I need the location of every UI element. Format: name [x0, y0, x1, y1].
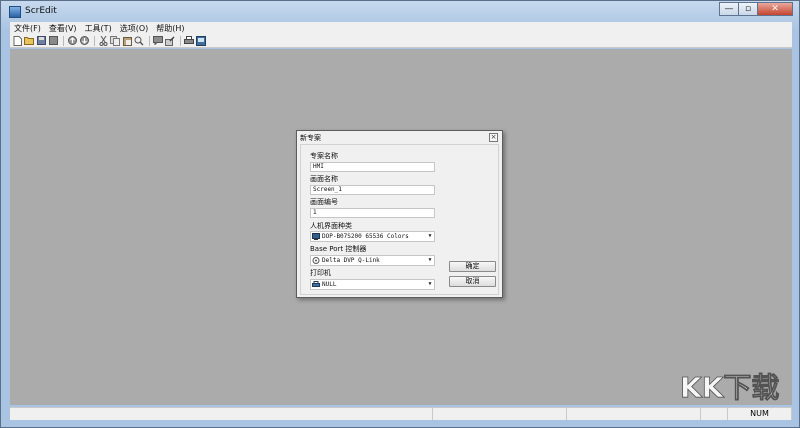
- base-port-select[interactable]: Delta DVP Q-Link ▼: [310, 255, 435, 266]
- menu-help[interactable]: 帮助(H): [152, 23, 188, 34]
- dialog-title: 新专案: [300, 134, 321, 142]
- kk-download-watermark: KK下载: [680, 371, 780, 402]
- toolbar-separator: [63, 35, 64, 46]
- status-pane-main: [10, 408, 433, 420]
- status-pane: [433, 408, 567, 420]
- project-name-input[interactable]: HMI: [310, 162, 435, 172]
- screen-number-input[interactable]: 1: [310, 208, 435, 218]
- minimize-button[interactable]: —: [719, 2, 739, 16]
- chevron-down-icon[interactable]: ▼: [426, 256, 434, 265]
- chevron-down-icon[interactable]: ▼: [426, 280, 434, 289]
- base-port-value: Delta DVP Q-Link: [322, 257, 380, 264]
- toolbar-separator: [180, 35, 181, 46]
- menu-bar: 文件(F) 查看(V) 工具(T) 选项(O) 帮助(H): [10, 22, 792, 34]
- dialog-body: 专案名称 HMI 画面名称 Screen_1 画面编号 1 人机界面种类 DOP…: [300, 144, 499, 295]
- comment-icon[interactable]: [153, 36, 163, 46]
- download-icon[interactable]: [79, 36, 89, 46]
- project-name-label: 专案名称: [310, 152, 338, 160]
- open-folder-icon[interactable]: [24, 36, 34, 46]
- toolbar-separator: [94, 35, 95, 46]
- status-pane: [567, 408, 701, 420]
- toolbar: [10, 34, 792, 48]
- copy-icon[interactable]: [110, 35, 120, 46]
- upload-icon[interactable]: [67, 36, 77, 46]
- watermark-text: KK下载: [680, 371, 779, 402]
- hmi-type-value: DOP-B07S200 65536 Colors: [322, 233, 409, 240]
- menu-view[interactable]: 查看(V): [45, 23, 81, 34]
- toolbar-separator: [149, 35, 150, 46]
- dialog-close-button[interactable]: ×: [489, 133, 498, 142]
- menu-options[interactable]: 选项(O): [116, 23, 153, 34]
- cancel-button[interactable]: 取消: [449, 276, 496, 287]
- printer-select[interactable]: NULL ▼: [310, 279, 435, 290]
- screen-name-input[interactable]: Screen_1: [310, 185, 435, 195]
- printer-icon: [312, 281, 320, 287]
- base-port-label: Base Port 控制器: [310, 245, 367, 253]
- status-pane: [701, 408, 728, 420]
- menu-file[interactable]: 文件(F): [10, 23, 45, 34]
- ok-button[interactable]: 确定: [449, 261, 496, 272]
- hmi-monitor-icon: [312, 233, 320, 240]
- menu-tools[interactable]: 工具(T): [81, 23, 116, 34]
- printer-value: NULL: [322, 281, 337, 288]
- title-bar[interactable]: ScrEdit — ▫ ✕: [1, 1, 799, 22]
- status-num: NUM: [728, 408, 792, 420]
- app-icon: [9, 6, 21, 18]
- hmi-type-select[interactable]: DOP-B07S200 65536 Colors ▼: [310, 231, 435, 242]
- new-file-icon[interactable]: [12, 35, 22, 46]
- cut-icon[interactable]: [98, 35, 108, 46]
- monitor-icon[interactable]: [196, 35, 206, 46]
- close-button[interactable]: ✕: [757, 2, 793, 16]
- window-title: ScrEdit: [25, 6, 57, 16]
- save-all-icon[interactable]: [48, 36, 58, 46]
- find-icon[interactable]: [134, 36, 144, 46]
- edit-icon[interactable]: [165, 35, 175, 46]
- screen-name-label: 画面名称: [310, 175, 338, 183]
- hmi-type-label: 人机界面种类: [310, 222, 352, 230]
- save-icon[interactable]: [36, 36, 46, 46]
- maximize-button[interactable]: ▫: [738, 2, 758, 16]
- chevron-down-icon[interactable]: ▼: [426, 232, 434, 241]
- controller-icon: [312, 257, 320, 264]
- new-project-dialog: 新专案 × 专案名称 HMI 画面名称 Screen_1 画面编号 1 人机界面…: [296, 130, 503, 298]
- window-controls: — ▫ ✕: [719, 2, 793, 16]
- print-icon[interactable]: [184, 36, 194, 46]
- screen-number-label: 画面编号: [310, 198, 338, 206]
- paste-icon[interactable]: [122, 36, 132, 46]
- printer-label: 打印机: [310, 269, 331, 277]
- status-bar: NUM: [10, 407, 792, 420]
